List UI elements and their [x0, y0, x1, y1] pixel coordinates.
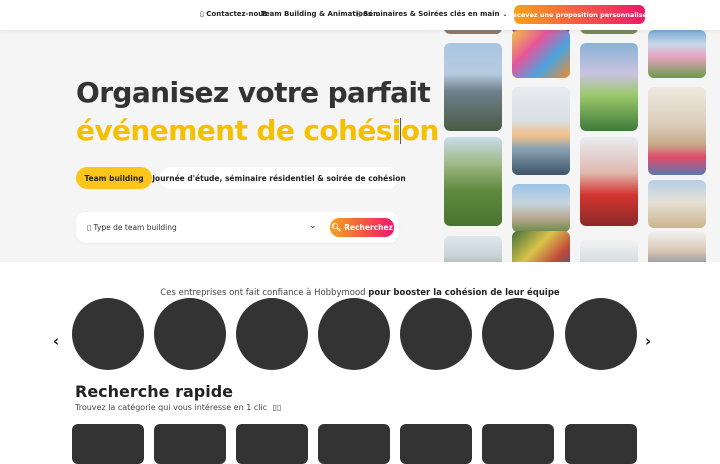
proposal-cta-button[interactable]: Recevez une proposition personnalisée — [508, 5, 651, 24]
photo-tile-chateau — [512, 184, 570, 232]
photo-tile-lawn-group — [444, 137, 502, 226]
category-card[interactable] — [482, 424, 554, 464]
nav-contact-label: Contactez-nous — [206, 10, 268, 18]
seminar-icon: ▯ — [357, 10, 361, 18]
client-logo — [318, 298, 390, 370]
trust-bold: pour booster la cohésion de leur équipe — [368, 288, 560, 298]
photo-tile-escape-game — [580, 137, 638, 226]
client-logo — [482, 298, 554, 370]
quick-search-subtitle: Trouvez la catégorie qui vous intéresse … — [75, 403, 281, 412]
nav-team-building-label: Team Building & Animations — [261, 10, 373, 18]
trust-prefix: Ces entreprises ont fait confiance à Hob… — [160, 288, 369, 298]
nav-contact-link[interactable]: ▯ Contactez-nous — [200, 10, 267, 18]
tab-seminaires-label: Journée d'étude, séminaire résidentiel &… — [152, 173, 406, 183]
client-logo — [565, 298, 637, 370]
photo-tile-gallery — [580, 240, 638, 262]
pointer-icon: ▯▯ — [272, 403, 282, 412]
search-button[interactable]: 🔍︎ Recherchez — [330, 218, 394, 237]
client-logo — [400, 298, 472, 370]
typing-caret — [400, 118, 401, 144]
photo-tile-board-game — [512, 231, 570, 262]
client-logo — [236, 298, 308, 370]
photo-tile — [580, 30, 638, 34]
carousel-next-icon[interactable]: › — [645, 332, 651, 350]
trust-statement: Ces entreprises ont fait confiance à Hob… — [0, 288, 720, 298]
category-card[interactable] — [565, 424, 637, 464]
client-logo — [72, 298, 144, 370]
hero-title-line2: événement de cohésion — [76, 114, 439, 147]
search-bar: ▯ Type de team building ⌄ 🔍︎ Recherchez — [76, 212, 399, 243]
nav-seminaires-menu[interactable]: ▯ Séminaires & Soirées clés en main ⌄ — [357, 10, 508, 18]
client-logo — [154, 298, 226, 370]
photo-tile-holi-powder — [512, 30, 570, 78]
tab-team-building[interactable]: Team building — [76, 167, 152, 189]
carousel-prev-icon[interactable]: ‹ — [53, 332, 59, 350]
nav-seminaires-label: Séminaires & Soirées clés en main — [363, 10, 500, 18]
search-button-label: Recherchez — [344, 223, 393, 232]
photo-tile-sumo — [648, 30, 706, 78]
top-navigation: ▯ Contactez-nous Team Building & Animati… — [0, 0, 720, 30]
activity-type-select[interactable]: ▯ Type de team building — [87, 223, 177, 232]
category-card[interactable] — [400, 424, 472, 464]
photo-tile-room-sunset — [512, 87, 570, 175]
hero-section: Organisez votre parfait événement de coh… — [0, 30, 720, 262]
activity-type-placeholder: Type de team building — [93, 223, 177, 232]
photo-tile-people — [648, 231, 706, 262]
search-icon: 🔍︎ — [331, 223, 342, 232]
photo-tile-building — [444, 236, 502, 262]
tab-team-building-label: Team building — [84, 173, 144, 183]
category-card[interactable] — [236, 424, 308, 464]
photo-tile-balloons — [580, 43, 638, 131]
quick-search-title: Recherche rapide — [75, 382, 234, 401]
category-card[interactable] — [154, 424, 226, 464]
phone-icon: ▯ — [200, 10, 204, 18]
category-card[interactable] — [72, 424, 144, 464]
hero-title-line1: Organisez votre parfait — [76, 76, 431, 109]
photo-tile-coast-group — [444, 43, 502, 131]
photo-tile-hotel-room — [648, 87, 706, 175]
activity-icon: ▯ — [87, 223, 92, 232]
proposal-cta-label: Recevez une proposition personnalisée — [507, 10, 652, 19]
photo-tile-hotel-facade — [648, 180, 706, 228]
chevron-down-icon[interactable]: ⌄ — [309, 221, 317, 231]
photo-tile — [444, 30, 502, 34]
tab-seminaires[interactable]: Journée d'étude, séminaire résidentiel &… — [152, 167, 406, 189]
category-card[interactable] — [318, 424, 390, 464]
quick-search-subtitle-text: Trouvez la catégorie qui vous intéresse … — [75, 403, 268, 412]
